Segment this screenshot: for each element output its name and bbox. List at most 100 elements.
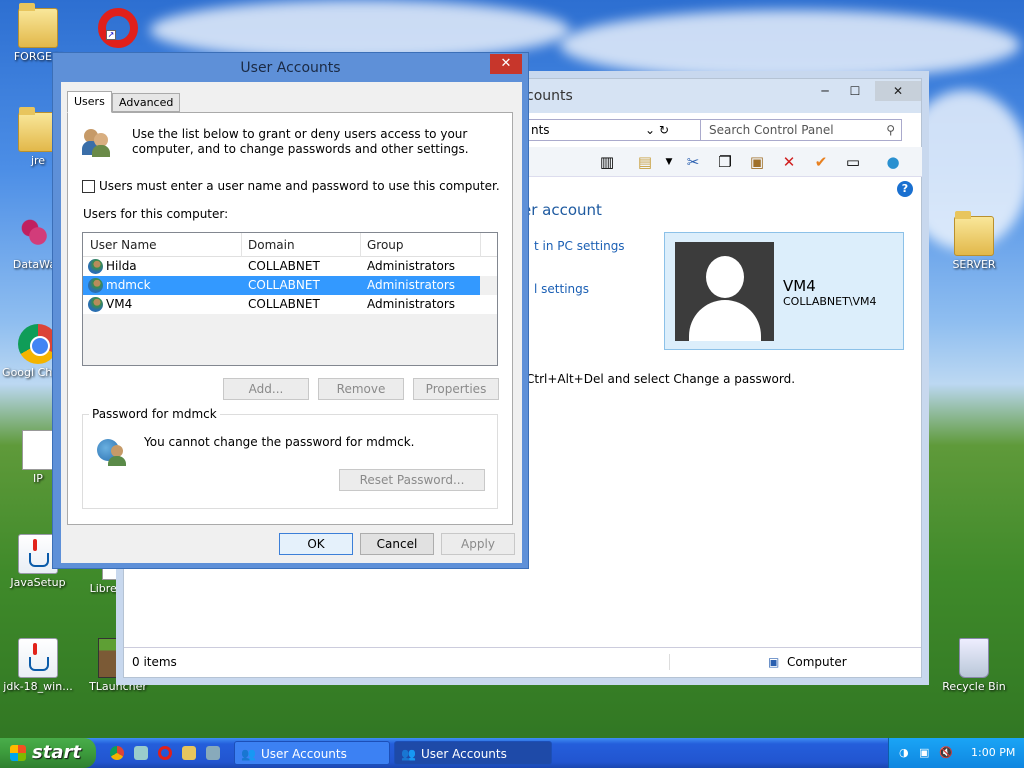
opera-quicklaunch-icon[interactable] bbox=[158, 746, 172, 760]
desktop-icon-recycle-bin[interactable]: Recycle Bin bbox=[936, 638, 1012, 693]
users-tab-panel: Use the list below to grant or deny user… bbox=[67, 112, 513, 525]
cut-icon[interactable]: ✂ bbox=[684, 153, 702, 171]
desktop-icon-label: SERVER bbox=[952, 258, 996, 271]
desktop-icon-jdk[interactable]: jdk-18_win... bbox=[0, 638, 76, 693]
close-button[interactable]: ✕ bbox=[875, 81, 921, 101]
user-icon bbox=[88, 297, 103, 312]
minimize-button[interactable]: ─ bbox=[811, 81, 839, 101]
document-icon bbox=[22, 430, 54, 470]
taskbar: start 👥 User Accounts 👥 User Accounts ◑ ▣ … bbox=[0, 738, 1024, 768]
check-icon[interactable]: ✔ bbox=[812, 153, 830, 171]
apply-button[interactable]: Apply bbox=[441, 533, 515, 555]
user-icon bbox=[88, 259, 103, 274]
paste-icon[interactable]: ▣ bbox=[748, 153, 766, 171]
cell-domain: COLLABNET bbox=[248, 297, 320, 311]
user-globe-icon bbox=[97, 435, 127, 466]
properties-button[interactable]: Properties bbox=[413, 378, 499, 400]
network-quicklaunch-icon[interactable] bbox=[134, 746, 148, 760]
taskbar-button-label: User Accounts bbox=[421, 747, 507, 761]
table-row-selected[interactable]: mdmck COLLABNET Administrators bbox=[83, 276, 480, 295]
refresh-icon[interactable]: ↻ bbox=[659, 120, 669, 140]
chevron-down-icon[interactable]: ⌄ bbox=[645, 120, 655, 140]
users-icon: 👥 bbox=[241, 747, 256, 761]
column-header-user-name[interactable]: User Name bbox=[90, 238, 157, 252]
dialog-close-button[interactable]: ✕ bbox=[490, 54, 522, 74]
desktop-icon-server[interactable]: SERVER bbox=[936, 211, 1012, 271]
tray-volume-muted-icon[interactable]: 🔇 bbox=[939, 738, 953, 768]
copy-icon[interactable]: ❐ bbox=[716, 153, 734, 171]
cell-group: Administrators bbox=[367, 297, 456, 311]
status-bar: 0 items ▣ Computer bbox=[124, 647, 921, 677]
users-icon bbox=[82, 127, 112, 157]
users-icon: 👥 bbox=[401, 747, 416, 761]
password-message: You cannot change the password for mdmck… bbox=[144, 435, 415, 449]
users-list[interactable]: User Name Domain Group Hilda COLLABNET A… bbox=[82, 232, 498, 366]
java-icon bbox=[18, 638, 58, 678]
ok-button[interactable]: OK bbox=[279, 533, 353, 555]
cancel-button[interactable]: Cancel bbox=[360, 533, 434, 555]
users-list-label: Users for this computer: bbox=[83, 207, 229, 221]
folder-quicklaunch-icon[interactable] bbox=[182, 746, 196, 760]
start-label: start bbox=[32, 742, 81, 763]
user-icon bbox=[88, 278, 103, 293]
pc-settings-link[interactable]: t in PC settings bbox=[534, 239, 625, 253]
desktop-icon-label: Recycle Bin bbox=[942, 680, 1006, 693]
search-placeholder: Search Control Panel bbox=[709, 123, 834, 137]
desktop-quicklaunch-icon[interactable] bbox=[206, 746, 220, 760]
taskbar-button-user-accounts[interactable]: 👥 User Accounts bbox=[234, 741, 390, 765]
dialog-title: User Accounts bbox=[240, 60, 341, 76]
opera-icon: ↗ bbox=[98, 8, 138, 48]
table-row[interactable]: Hilda COLLABNET Administrators bbox=[83, 257, 497, 276]
user-accounts-dialog[interactable]: User Accounts ✕ Users Advanced Use the l… bbox=[52, 52, 529, 569]
cell-user-name: Hilda bbox=[106, 259, 137, 273]
must-login-checkbox[interactable] bbox=[82, 180, 95, 193]
cell-domain: COLLABNET bbox=[248, 259, 320, 273]
folder-icon bbox=[954, 211, 994, 256]
chrome-quicklaunch-icon[interactable] bbox=[110, 746, 124, 760]
tray-network-icon[interactable]: ▣ bbox=[919, 738, 929, 768]
layout-icon[interactable]: ▥ bbox=[598, 153, 616, 171]
cloud bbox=[150, 0, 570, 60]
recycle-bin-icon bbox=[959, 638, 989, 678]
folder-icon bbox=[18, 3, 58, 48]
column-header-group[interactable]: Group bbox=[367, 238, 404, 252]
remove-user-button[interactable]: Remove bbox=[318, 378, 404, 400]
desktop-icon-label: jre bbox=[30, 154, 46, 167]
taskbar-button-user-accounts-active[interactable]: 👥 User Accounts bbox=[394, 741, 552, 765]
help-icon[interactable]: ? bbox=[897, 181, 913, 197]
divider bbox=[669, 654, 670, 670]
delete-icon[interactable]: ✕ bbox=[780, 153, 798, 171]
search-input[interactable]: Search Control Panel ⚲ bbox=[700, 119, 902, 141]
system-tray: ◑ ▣ 🔇 1:00 PM bbox=[888, 738, 1024, 768]
cloud bbox=[560, 10, 1020, 80]
add-user-button[interactable]: Add... bbox=[223, 378, 309, 400]
maximize-button[interactable]: ☐ bbox=[841, 81, 869, 101]
desktop-icon-label: JavaSetup bbox=[10, 576, 66, 589]
chevron-down-icon[interactable]: ▼ bbox=[660, 153, 678, 171]
user-domain: COLLABNET\VM4 bbox=[783, 295, 877, 308]
address-text: nts bbox=[531, 123, 550, 137]
windows-flag-icon bbox=[10, 745, 26, 761]
search-icon: ⚲ bbox=[886, 123, 895, 137]
desktop-icon-label: IP bbox=[33, 472, 43, 485]
column-header-domain[interactable]: Domain bbox=[248, 238, 295, 252]
status-item-count: 0 items bbox=[132, 655, 177, 669]
cell-user-name: mdmck bbox=[106, 278, 151, 292]
computer-icon: ▣ bbox=[768, 655, 780, 669]
tray-update-icon[interactable]: ◑ bbox=[899, 738, 909, 768]
clock[interactable]: 1:00 PM bbox=[971, 738, 1015, 768]
rename-icon[interactable]: ▭ bbox=[844, 153, 862, 171]
password-hint: Ctrl+Alt+Del and select Change a passwor… bbox=[526, 372, 796, 386]
properties-icon[interactable]: ▤ bbox=[636, 153, 654, 171]
start-button[interactable]: start bbox=[0, 738, 96, 768]
tab-advanced[interactable]: Advanced bbox=[112, 93, 181, 112]
settings-link[interactable]: l settings bbox=[534, 282, 589, 296]
table-row[interactable]: VM4 COLLABNET Administrators bbox=[83, 295, 497, 314]
shortcut-arrow-icon: ↗ bbox=[106, 30, 116, 40]
taskbar-button-label: User Accounts bbox=[261, 747, 347, 761]
reset-password-button[interactable]: Reset Password... bbox=[339, 469, 485, 491]
globe-icon[interactable]: ● bbox=[884, 153, 902, 171]
tab-users[interactable]: Users bbox=[67, 91, 112, 113]
desktop-icon-opera[interactable]: ↗ bbox=[80, 8, 156, 50]
intro-text: Use the list below to grant or deny user… bbox=[132, 127, 469, 156]
